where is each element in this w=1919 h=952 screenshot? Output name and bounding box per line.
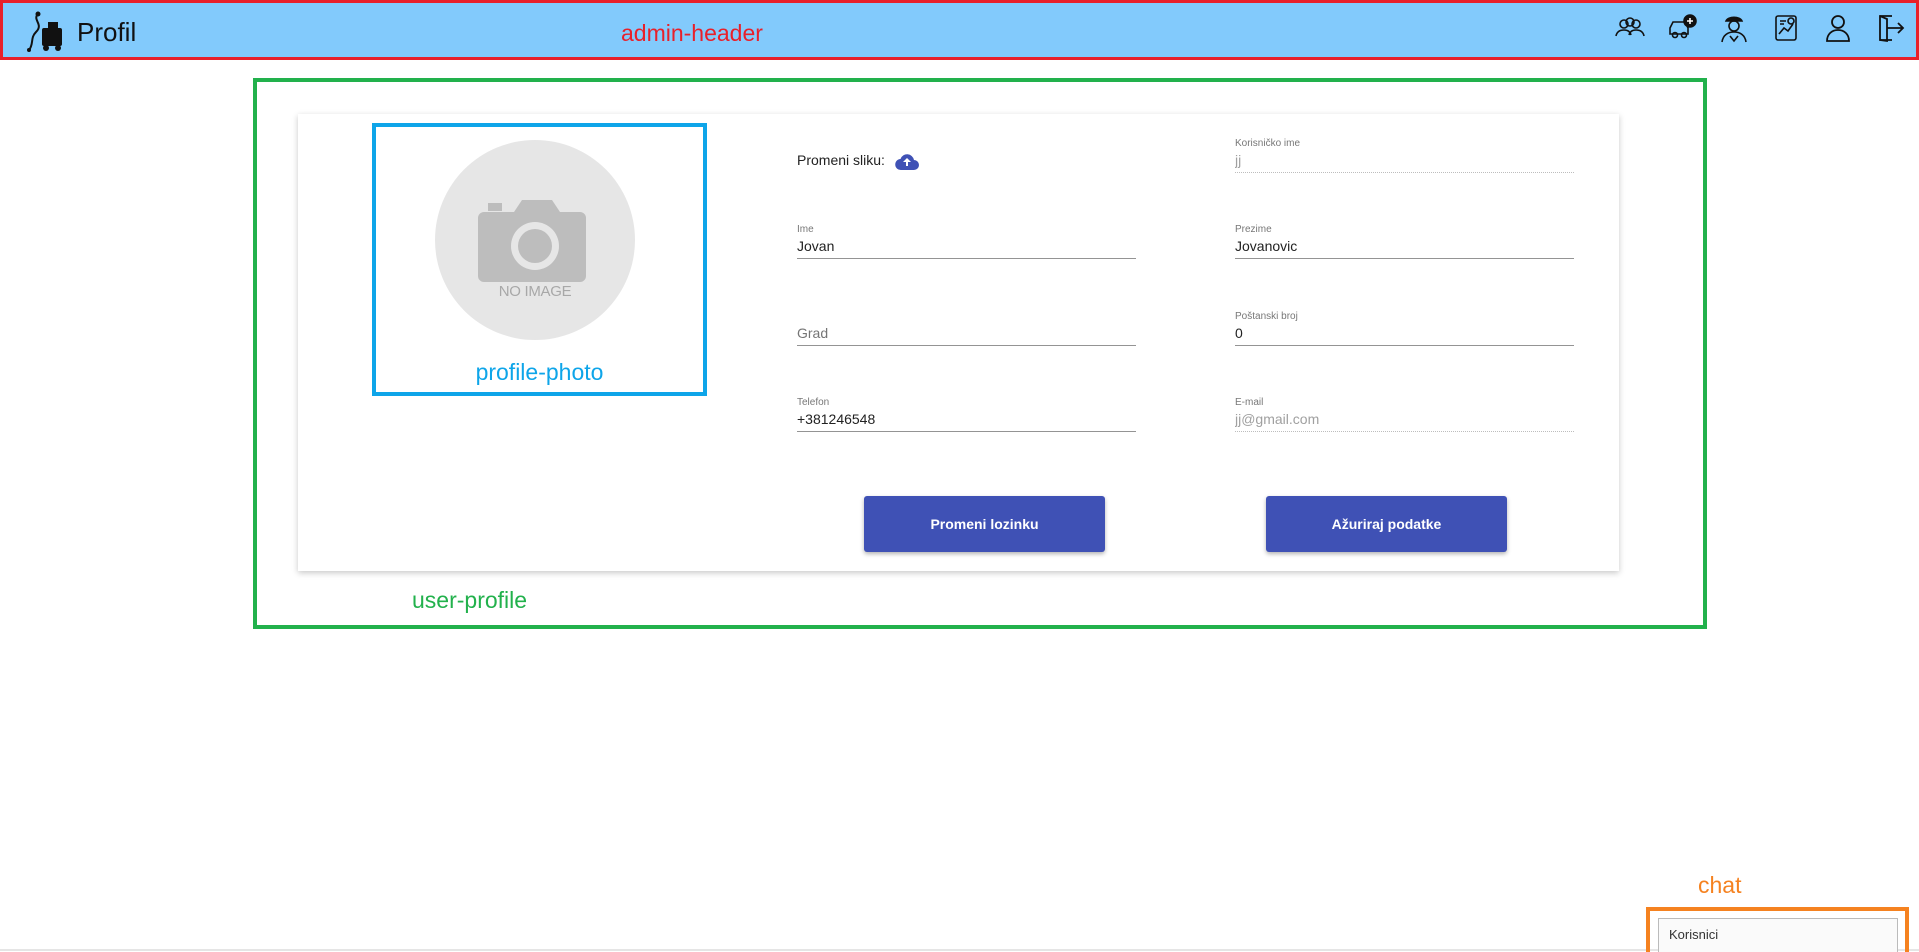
first-name-label: Ime	[797, 224, 814, 235]
admin-header: Profil	[0, 0, 1919, 60]
username-input[interactable]	[1235, 152, 1574, 168]
postal-code-label: Poštanski broj	[1235, 311, 1298, 322]
cloud-upload-icon[interactable]	[895, 152, 919, 172]
page-bottom-border	[0, 949, 1919, 951]
chat-users-tab[interactable]: Korisnici	[1658, 918, 1898, 952]
update-data-button[interactable]: Ažuriraj podatke	[1266, 496, 1507, 552]
city-underline	[797, 345, 1136, 346]
phone-label: Telefon	[797, 397, 830, 408]
no-image-text: NO IMAGE	[498, 283, 572, 300]
report-chart-icon[interactable]	[1770, 12, 1802, 44]
users-group-icon[interactable]	[1614, 12, 1646, 44]
last-name-label: Prezime	[1235, 224, 1272, 235]
username-underline	[1235, 172, 1574, 173]
profile-photo-annotation: profile-photo	[475, 359, 604, 385]
first-name-underline	[797, 258, 1136, 259]
page-title: Profil	[77, 17, 137, 47]
camera-icon	[478, 200, 586, 282]
add-car-icon[interactable]	[1666, 12, 1698, 44]
email-input[interactable]	[1235, 411, 1574, 427]
user-icon[interactable]	[1822, 12, 1854, 44]
phone-underline	[797, 431, 1136, 432]
change-photo-label: Promeni sliku:	[797, 152, 885, 168]
phone-input[interactable]	[797, 411, 1136, 427]
postal-code-underline	[1235, 345, 1574, 346]
first-name-input[interactable]	[797, 238, 1136, 254]
email-label: E-mail	[1235, 397, 1264, 408]
username-label: Korisničko ime	[1235, 138, 1301, 149]
last-name-input[interactable]	[1235, 238, 1574, 254]
driver-icon[interactable]	[1718, 12, 1750, 44]
app-logo-icon[interactable]	[26, 10, 68, 52]
email-underline	[1235, 431, 1574, 432]
postal-code-input[interactable]	[1235, 325, 1574, 341]
last-name-underline	[1235, 258, 1574, 259]
change-password-button[interactable]: Promeni lozinku	[864, 496, 1105, 552]
chat-annotation: chat	[1698, 872, 1742, 898]
city-input[interactable]	[797, 325, 1136, 341]
header-nav	[1614, 12, 1906, 44]
logout-icon[interactable]	[1874, 12, 1906, 44]
admin-header-annotation: admin-header	[621, 20, 763, 46]
user-profile-annotation: user-profile	[412, 587, 528, 613]
